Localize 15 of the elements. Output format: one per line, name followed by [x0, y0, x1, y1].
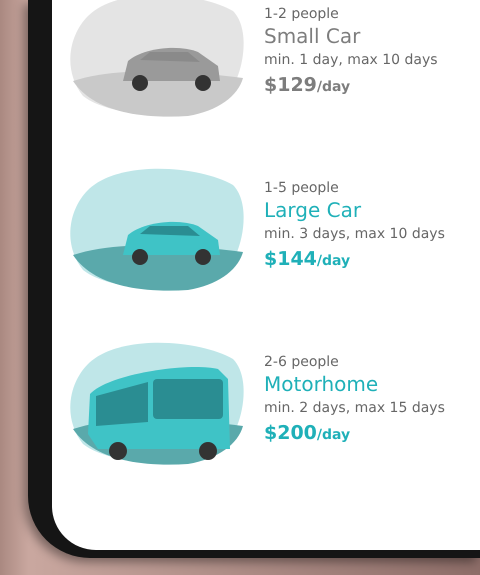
vehicle-name: Small Car [264, 22, 362, 50]
price-unit: /day [316, 426, 350, 443]
vehicle-name: Large Car [264, 196, 362, 224]
price-text: $200 [264, 422, 317, 444]
duration-text: min. 2 days, max 15 days [264, 398, 445, 418]
duration-text: min. 3 days, max 10 days [264, 224, 445, 244]
duration-text: min. 1 day, max 10 days [264, 50, 438, 70]
vehicle-name: Motorhome [264, 370, 380, 398]
capacity-text: 2-6 people [264, 352, 340, 371]
price-unit: /day [316, 252, 350, 269]
price-text: $144 [264, 248, 317, 270]
capacity-text: 1-2 people [264, 4, 340, 23]
price-unit: /day [316, 78, 350, 95]
capacity-text: 1-5 people [264, 178, 340, 197]
price-text: $129 [264, 74, 317, 96]
